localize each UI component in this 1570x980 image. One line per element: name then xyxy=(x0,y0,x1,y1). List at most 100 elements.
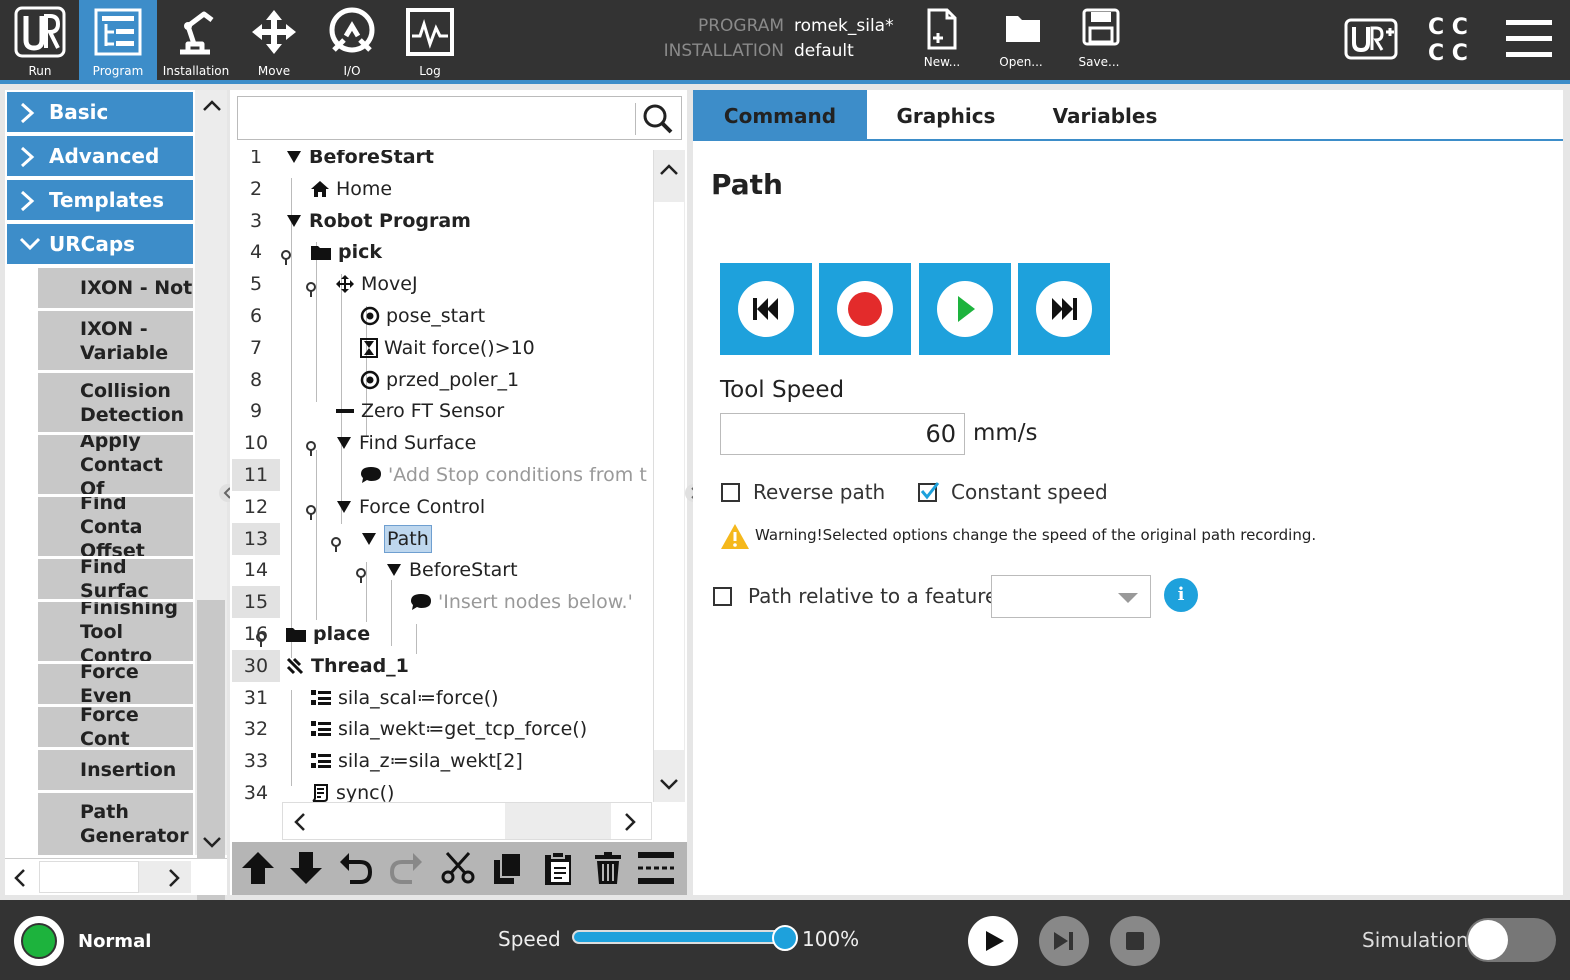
reverse-path-checkbox[interactable] xyxy=(721,483,740,502)
delete-icon[interactable] xyxy=(590,850,626,886)
undo-icon[interactable] xyxy=(338,850,374,886)
constant-speed-checkbox[interactable] xyxy=(918,482,940,502)
urcap-item-insertion[interactable]: Insertion xyxy=(38,750,193,790)
record-button[interactable] xyxy=(819,263,911,355)
forward-button[interactable] xyxy=(1018,263,1110,355)
urcap-item-apply-contact-offset[interactable]: Apply Contact Of xyxy=(38,435,193,494)
tree-row[interactable]: 6 pose_start xyxy=(230,300,650,332)
tree-node[interactable]: pick xyxy=(310,236,382,268)
urcap-item-ixon-variable[interactable]: IXON - Variable xyxy=(38,311,193,370)
urcap-item-collision-detection[interactable]: Collision Detection xyxy=(38,373,193,432)
tree-node[interactable]: 'Insert nodes below.' xyxy=(410,586,633,618)
rewind-button[interactable] xyxy=(720,263,812,355)
scroll-right-icon[interactable] xyxy=(167,868,181,888)
feature-select[interactable] xyxy=(991,575,1151,618)
tool-speed-input[interactable]: 60 xyxy=(720,413,965,455)
tree-row[interactable]: 16 place xyxy=(230,618,650,650)
tree-row[interactable]: 31 sila_scal≔force() xyxy=(230,682,650,714)
tree-scroll-up-icon[interactable] xyxy=(659,162,679,178)
tree-node[interactable]: Robot Program xyxy=(285,205,471,237)
play-program-button[interactable] xyxy=(968,916,1018,966)
tab-command[interactable]: Command xyxy=(693,90,867,140)
cut-icon[interactable] xyxy=(440,850,476,886)
collapse-arrow-icon[interactable] xyxy=(385,561,403,579)
tree-row[interactable]: 5 MoveJ xyxy=(230,268,650,300)
search-input[interactable] xyxy=(237,96,682,140)
nav-io[interactable]: I/O xyxy=(313,0,391,80)
tree-row[interactable]: 14 BeforeStart xyxy=(230,554,650,586)
tree-node[interactable]: BeforeStart xyxy=(285,150,434,173)
urcap-item-force-control[interactable]: Force Cont xyxy=(38,707,193,747)
tree-node[interactable]: przed_poler_1 xyxy=(360,364,519,396)
collapse-arrow-icon[interactable] xyxy=(285,212,303,230)
nav-run[interactable]: Run xyxy=(1,0,79,80)
tree-node[interactable]: MoveJ xyxy=(335,268,418,300)
save-button[interactable]: Save... xyxy=(1064,0,1134,80)
tree-row[interactable]: 1 BeforeStart xyxy=(230,150,650,173)
tree-row[interactable]: 13 Path xyxy=(230,522,650,555)
stop-button[interactable] xyxy=(1110,916,1160,966)
tree-node[interactable]: sila_z≔sila_wekt[2] xyxy=(310,745,523,777)
new-button[interactable]: New... xyxy=(907,0,977,80)
tree-node[interactable]: Force Control xyxy=(335,491,485,523)
urcap-item-find-contact-offset[interactable]: Find Conta Offset xyxy=(38,497,193,556)
nav-move[interactable]: Move xyxy=(235,0,313,80)
tree-node[interactable]: 'Add Stop conditions from t xyxy=(360,459,647,491)
tree-row[interactable]: 7 Wait force()>10 xyxy=(230,332,650,364)
move-down-icon[interactable] xyxy=(288,850,324,886)
power-cc-icon[interactable]: C CC C xyxy=(1426,14,1474,66)
scroll-up-icon[interactable] xyxy=(202,98,222,114)
tree-node[interactable]: place xyxy=(285,618,370,650)
move-up-icon[interactable] xyxy=(240,850,276,886)
nav-installation[interactable]: Installation xyxy=(157,0,235,80)
left-hscroll-thumb[interactable] xyxy=(39,861,139,893)
suppress-icon[interactable] xyxy=(636,850,676,886)
tree-row[interactable]: 2 Home xyxy=(230,173,650,205)
category-advanced[interactable]: Advanced xyxy=(7,136,193,176)
tree-row[interactable]: 32 sila_wekt≔get_tcp_force() xyxy=(230,713,650,745)
nav-program[interactable]: Program xyxy=(79,0,157,80)
step-button[interactable] xyxy=(1039,916,1089,966)
collapse-arrow-icon[interactable] xyxy=(285,150,303,166)
tree-row[interactable]: 30 Thread_1 xyxy=(230,649,650,682)
info-icon[interactable]: i xyxy=(1164,578,1198,612)
collapse-arrow-icon[interactable] xyxy=(335,498,353,516)
copy-icon[interactable] xyxy=(490,850,526,886)
play-path-button[interactable] xyxy=(919,263,1011,355)
robot-status-icon[interactable] xyxy=(14,916,64,966)
tree-node[interactable]: sync() xyxy=(310,777,394,803)
tree-node[interactable]: Thread_1 xyxy=(285,650,409,682)
nav-log[interactable]: Log xyxy=(391,0,469,80)
redo-icon[interactable] xyxy=(388,850,424,886)
tree-node[interactable]: sila_scal≔force() xyxy=(310,682,499,714)
tree-scroll-thumb[interactable] xyxy=(654,202,684,750)
tree-row[interactable]: 12 Force Control xyxy=(230,491,650,523)
tree-scroll-down-icon[interactable] xyxy=(659,776,679,792)
tree-horizontal-scrollbar[interactable] xyxy=(282,802,652,840)
path-relative-checkbox[interactable] xyxy=(713,587,732,606)
tree-row[interactable]: 34 sync() xyxy=(230,777,650,803)
urcap-item-finishing-tool-control[interactable]: Finishing Tool Contro xyxy=(38,602,193,661)
tree-row[interactable]: 3 Robot Program xyxy=(230,205,650,237)
category-templates[interactable]: Templates xyxy=(7,180,193,220)
tree-node[interactable]: sila_wekt≔get_tcp_force() xyxy=(310,713,587,745)
tree-row[interactable]: 15 'Insert nodes below.' xyxy=(230,586,650,619)
left-horizontal-scrollbar[interactable] xyxy=(5,858,227,895)
tree-node[interactable]: Zero FT Sensor xyxy=(335,395,504,427)
tree-row[interactable]: 9 Zero FT Sensor xyxy=(230,395,650,427)
tree-node[interactable]: BeforeStart xyxy=(385,554,518,586)
open-button[interactable]: Open... xyxy=(986,0,1056,80)
urcap-item-find-surface[interactable]: Find Surfac xyxy=(38,559,193,599)
tab-variables[interactable]: Variables xyxy=(1025,90,1185,140)
collapse-arrow-icon[interactable] xyxy=(335,434,353,452)
tree-scroll-left-icon[interactable] xyxy=(293,812,307,832)
tree-row[interactable]: 8 przed_poler_1 xyxy=(230,364,650,396)
tree-row[interactable]: 33 sila_z≔sila_wekt[2] xyxy=(230,745,650,777)
category-urcaps[interactable]: URCaps xyxy=(7,224,193,264)
tree-row[interactable]: 11 'Add Stop conditions from t xyxy=(230,459,650,491)
urcap-item-ixon-not[interactable]: IXON - Not xyxy=(38,268,193,308)
tree-node[interactable]: Path xyxy=(360,523,432,555)
tree-node[interactable]: pose_start xyxy=(360,300,485,332)
tree-row[interactable]: 4 pick xyxy=(230,236,650,268)
tree-node[interactable]: Home xyxy=(310,173,392,205)
